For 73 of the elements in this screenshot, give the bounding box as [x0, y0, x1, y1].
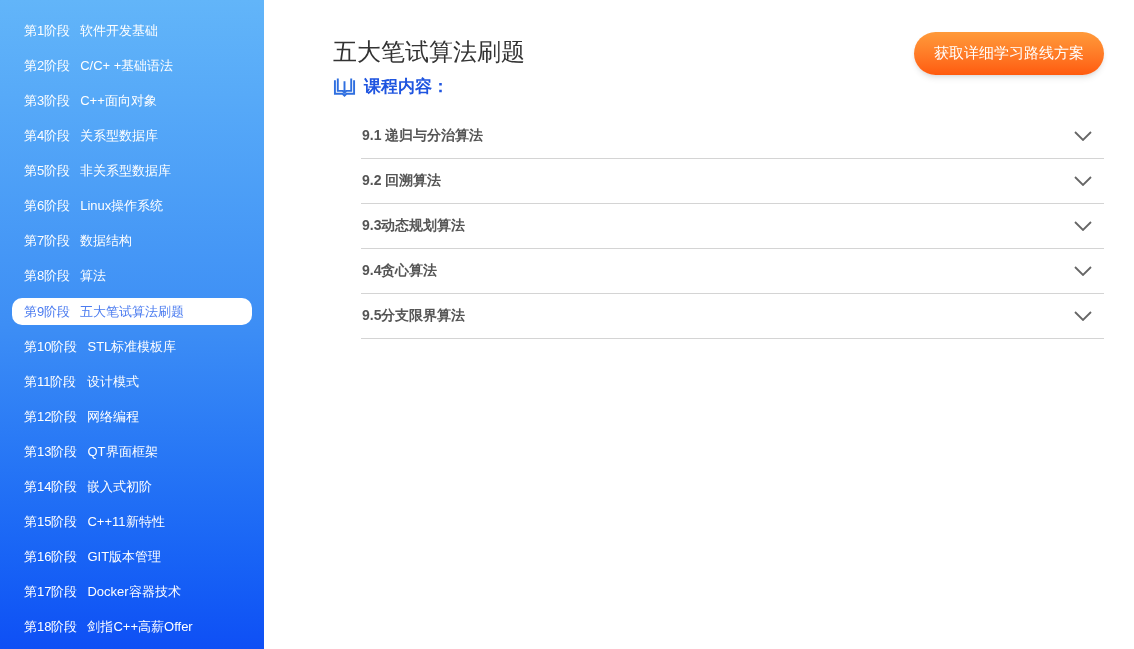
stage-label: 第6阶段: [24, 197, 71, 216]
stage-name: 算法: [80, 267, 107, 286]
lesson-title: 9.5分支限界算法: [362, 306, 466, 325]
stage-name: 关系型数据库: [80, 127, 159, 146]
lesson-title: 9.4贪心算法: [362, 261, 438, 280]
lesson-title: 9.2 回溯算法: [362, 171, 442, 190]
stage-name: Docker容器技术: [87, 583, 181, 602]
sidebar-item[interactable]: 第17阶段 Docker容器技术: [12, 578, 252, 606]
stage-label: 第18阶段: [24, 618, 78, 637]
stage-name: C++面向对象: [80, 91, 157, 110]
stage-label: 第8阶段: [24, 267, 71, 286]
stage-label: 第17阶段: [24, 583, 78, 602]
sidebar-item[interactable]: 第7阶段 数据结构: [12, 227, 252, 255]
stage-name: 嵌入式初阶: [87, 477, 153, 496]
book-icon: [333, 76, 356, 97]
sidebar-item[interactable]: 第16阶段 GIT版本管理: [12, 543, 252, 571]
stage-name: Linux操作系统: [80, 197, 164, 216]
sidebar-item[interactable]: 第10阶段 STL标准模板库: [12, 332, 252, 360]
sidebar-item[interactable]: 第5阶段 非关系型数据库: [12, 157, 252, 185]
stage-label: 第15阶段: [24, 513, 78, 532]
chevron-icon: [1074, 175, 1092, 186]
stage-name: GIT版本管理: [87, 548, 162, 567]
stage-label: 第7阶段: [24, 232, 71, 251]
stage-name: 数据结构: [80, 232, 133, 251]
lesson-row[interactable]: 9.3动态规划算法: [361, 203, 1104, 249]
lesson-row[interactable]: 9.2 回溯算法: [361, 158, 1104, 204]
stage-name: 非关系型数据库: [80, 162, 172, 181]
stage-label: 第14阶段: [24, 477, 78, 496]
chevron-icon: [1074, 130, 1092, 141]
stage-label: 第11阶段: [24, 372, 77, 391]
section-heading: 课程内容：: [364, 76, 449, 98]
lesson-row[interactable]: 9.4贪心算法: [361, 248, 1104, 294]
sidebar-item[interactable]: 第4阶段 关系型数据库: [12, 122, 252, 150]
sidebar-item[interactable]: 第9阶段 五大笔试算法刷题: [12, 297, 252, 325]
sidebar-item[interactable]: 第12阶段 网络编程: [12, 403, 252, 431]
stage-label: 第12阶段: [24, 407, 78, 426]
stage-label: 第2阶段: [24, 56, 71, 75]
stage-name: QT界面框架: [87, 442, 158, 461]
chevron-icon: [1074, 220, 1092, 231]
sidebar-item[interactable]: 第6阶段 Linux操作系统: [12, 192, 252, 220]
sidebar-item[interactable]: 第15阶段 C++11新特性: [12, 508, 252, 536]
stage-name: 软件开发基础: [80, 21, 159, 40]
sidebar-item[interactable]: 第18阶段 剑指C++高薪Offer: [12, 613, 252, 641]
sidebar-item[interactable]: 第2阶段 C/C+ +基础语法: [12, 52, 252, 80]
stage-name: 剑指C++高薪Offer: [87, 618, 193, 637]
sidebar-item[interactable]: 第13阶段 QT界面框架: [12, 438, 252, 466]
stage-label: 第1阶段: [24, 21, 71, 40]
sidebar-item[interactable]: 第14阶段 嵌入式初阶: [12, 473, 252, 501]
stage-name: C++11新特性: [87, 513, 165, 532]
chevron-icon: [1074, 310, 1092, 321]
stage-label: 第4阶段: [24, 127, 71, 146]
lesson-title: 9.1 递归与分治算法: [362, 126, 484, 145]
stage-label: 第9阶段: [24, 302, 71, 321]
chevron-icon: [1074, 265, 1092, 276]
lesson-title: 9.3动态规划算法: [362, 216, 466, 235]
stage-name: 设计模式: [86, 372, 139, 391]
stage-name: STL标准模板库: [87, 337, 177, 356]
stage-name: 五大笔试算法刷题: [80, 302, 185, 321]
stage-name: 网络编程: [87, 407, 140, 426]
sidebar-item[interactable]: 第8阶段 算法: [12, 262, 252, 290]
page-title: 五大笔试算法刷题: [333, 37, 525, 67]
route-plan-button[interactable]: 获取详细学习路线方案: [914, 32, 1104, 75]
lesson-row[interactable]: 9.1 递归与分治算法: [361, 113, 1104, 159]
stage-label: 第5阶段: [24, 162, 71, 181]
stage-label: 第3阶段: [24, 91, 71, 110]
stage-name: C/C+ +基础语法: [80, 56, 174, 75]
sidebar-item[interactable]: 第1阶段 软件开发基础: [12, 17, 252, 44]
stage-label: 第10阶段: [24, 337, 78, 356]
stage-label: 第16阶段: [24, 548, 78, 567]
sidebar-item[interactable]: 第3阶段 C++面向对象: [12, 87, 252, 115]
stage-label: 第13阶段: [24, 442, 78, 461]
sidebar-item[interactable]: 第11阶段 设计模式: [12, 367, 252, 395]
lesson-row[interactable]: 9.5分支限界算法: [361, 293, 1104, 339]
